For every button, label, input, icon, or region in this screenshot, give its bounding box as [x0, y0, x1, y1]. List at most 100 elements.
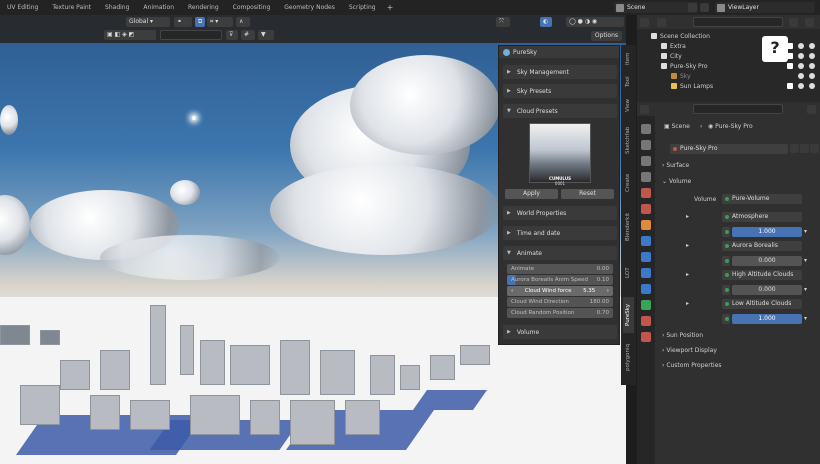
view-layers-icons[interactable]: ▣ ◧ ◈ ◩: [104, 30, 156, 40]
socket-icon[interactable]: [722, 227, 730, 237]
outliner-sky[interactable]: Sky: [637, 71, 820, 81]
breadcrumb-world[interactable]: ◉ Pure-Sky Pro: [708, 123, 753, 130]
aurora-field[interactable]: Aurora Borealis: [722, 241, 802, 251]
view-layer-icon[interactable]: [641, 172, 651, 182]
world-icon[interactable]: [641, 204, 651, 214]
atmosphere-value[interactable]: 1.000: [732, 227, 802, 237]
texture-icon[interactable]: [641, 332, 651, 342]
eye-icon[interactable]: [798, 63, 804, 69]
camera-icon[interactable]: [809, 53, 815, 59]
panel-sun-position[interactable]: › Sun Position: [662, 332, 703, 339]
tab-compositing[interactable]: Compositing: [226, 0, 278, 15]
high-clouds-value[interactable]: 0.000: [732, 285, 802, 295]
expand-icon[interactable]: ▸: [686, 271, 689, 278]
tab-texture-paint[interactable]: Texture Paint: [45, 0, 98, 15]
close-scene-icon[interactable]: [700, 3, 709, 12]
panel-custom-properties[interactable]: › Custom Properties: [662, 362, 722, 369]
copy-icon[interactable]: [800, 144, 809, 153]
increment-icon[interactable]: ›: [607, 288, 609, 294]
editor-type-icon[interactable]: [640, 105, 649, 114]
tab-scripting[interactable]: Scripting: [342, 0, 383, 15]
material-icon[interactable]: [641, 316, 651, 326]
pivot-icon[interactable]: ⚭: [174, 17, 192, 27]
copy-scene-icon[interactable]: [688, 3, 697, 12]
animate-field[interactable]: Animate 0.00: [507, 264, 613, 274]
section-time-and-date[interactable]: ▶ Time and date: [503, 226, 617, 240]
shield-icon[interactable]: [790, 144, 799, 153]
section-world-properties[interactable]: ▶ World Properties: [503, 206, 617, 220]
camera-icon[interactable]: [809, 73, 815, 79]
3d-viewport[interactable]: Global ▾ ⚭ ⧉ ⌗ ▾ ∧ ⤧ ◐ ◯ ● ◑ ◉ ▣ ◧ ◈ ◩ ⊽…: [0, 15, 626, 464]
scene-selector[interactable]: Scene: [614, 2, 698, 13]
tab-tool[interactable]: Tool: [623, 73, 634, 91]
panel-surface[interactable]: › Surface: [662, 162, 689, 169]
dropdown-icon[interactable]: ▾: [804, 315, 807, 322]
render-icon[interactable]: [641, 140, 651, 150]
modifier-icon[interactable]: [641, 236, 651, 246]
section-volume[interactable]: ▶ Volume: [503, 325, 617, 339]
add-workspace-icon[interactable]: +: [383, 3, 398, 12]
gizmo-icon[interactable]: ⤧: [496, 17, 510, 27]
aurora-value[interactable]: 0.000: [732, 256, 802, 266]
output-icon[interactable]: [641, 156, 651, 166]
viewport-search-input[interactable]: [160, 30, 222, 40]
display-mode-icon[interactable]: [657, 18, 666, 27]
reset-button[interactable]: Reset: [561, 189, 614, 199]
filter-icon[interactable]: [789, 18, 798, 27]
outliner-scene-collection[interactable]: Scene Collection: [637, 31, 820, 41]
tool-icon[interactable]: [641, 124, 651, 134]
pin-icon[interactable]: [807, 105, 816, 114]
proportional-edit-icon[interactable]: ∧: [236, 17, 250, 27]
close-icon[interactable]: [810, 144, 819, 153]
data-icon[interactable]: [641, 300, 651, 310]
socket-icon[interactable]: [722, 285, 730, 295]
breadcrumb-scene[interactable]: ▣ Scene: [664, 123, 690, 130]
panel-viewport-display[interactable]: › Viewport Display: [662, 347, 717, 354]
expand-icon[interactable]: ▸: [686, 300, 689, 307]
section-cloud-presets[interactable]: ▼ Cloud Presets: [503, 104, 617, 118]
funnel-icon[interactable]: ⊽: [226, 30, 238, 40]
camera-icon[interactable]: [809, 63, 815, 69]
section-sky-presets[interactable]: ▶ Sky Presets: [503, 84, 617, 98]
tab-blenderkit[interactable]: Blenderkit: [623, 205, 634, 249]
low-clouds-field[interactable]: Low Altitude Clouds: [722, 299, 802, 309]
atmosphere-field[interactable]: Atmosphere: [722, 212, 802, 222]
filter-icon[interactable]: ▼: [258, 30, 274, 40]
world-selector[interactable]: Pure-Sky Pro: [670, 144, 788, 154]
eye-icon[interactable]: [798, 83, 804, 89]
object-icon[interactable]: [641, 220, 651, 230]
tab-animation[interactable]: Animation: [136, 0, 181, 15]
cloud-wind-direction-field[interactable]: Cloud Wind Direction 180.00: [507, 297, 613, 307]
grid-icon[interactable]: #: [241, 30, 255, 40]
options-button[interactable]: Options: [590, 31, 622, 41]
tab-shading[interactable]: Shading: [98, 0, 136, 15]
physics-icon[interactable]: [641, 268, 651, 278]
view-layer-selector[interactable]: ViewLayer: [715, 2, 815, 13]
particles-icon[interactable]: [641, 252, 651, 262]
cloud-preset-thumbnail[interactable]: [529, 123, 591, 183]
panel-volume[interactable]: ⌄ Volume: [662, 178, 691, 185]
snap-target-icon[interactable]: ⌗ ▾: [207, 17, 233, 27]
volume-shader-field[interactable]: Pure-Volume: [722, 194, 802, 204]
tab-lot[interactable]: LOT: [623, 253, 634, 293]
apply-button[interactable]: Apply: [505, 189, 558, 199]
dropdown-icon[interactable]: ▾: [804, 257, 807, 264]
constraints-icon[interactable]: [641, 284, 651, 294]
transform-orientation-dropdown[interactable]: Global ▾: [126, 17, 170, 27]
scene-icon[interactable]: [641, 188, 651, 198]
shading-modes[interactable]: ◯ ● ◑ ◉: [566, 17, 624, 27]
decrement-icon[interactable]: ‹: [511, 288, 513, 294]
editor-type-icon[interactable]: [640, 18, 649, 27]
cloud-random-position-field[interactable]: Cloud Random Position 0.70: [507, 308, 613, 318]
tab-item[interactable]: Item: [623, 49, 634, 69]
low-clouds-value[interactable]: 1.000: [732, 314, 802, 324]
tab-rendering[interactable]: Rendering: [181, 0, 226, 15]
tab-sketchfab[interactable]: Sketchfab: [623, 119, 634, 161]
outliner-search-input[interactable]: [693, 17, 783, 27]
camera-icon[interactable]: [809, 83, 815, 89]
section-animate[interactable]: ▼ Animate: [503, 246, 617, 260]
socket-icon[interactable]: [722, 314, 730, 324]
socket-icon[interactable]: [722, 256, 730, 266]
tab-puresky[interactable]: PureSky: [623, 297, 634, 333]
section-sky-management[interactable]: ▶ Sky Management: [503, 65, 617, 79]
